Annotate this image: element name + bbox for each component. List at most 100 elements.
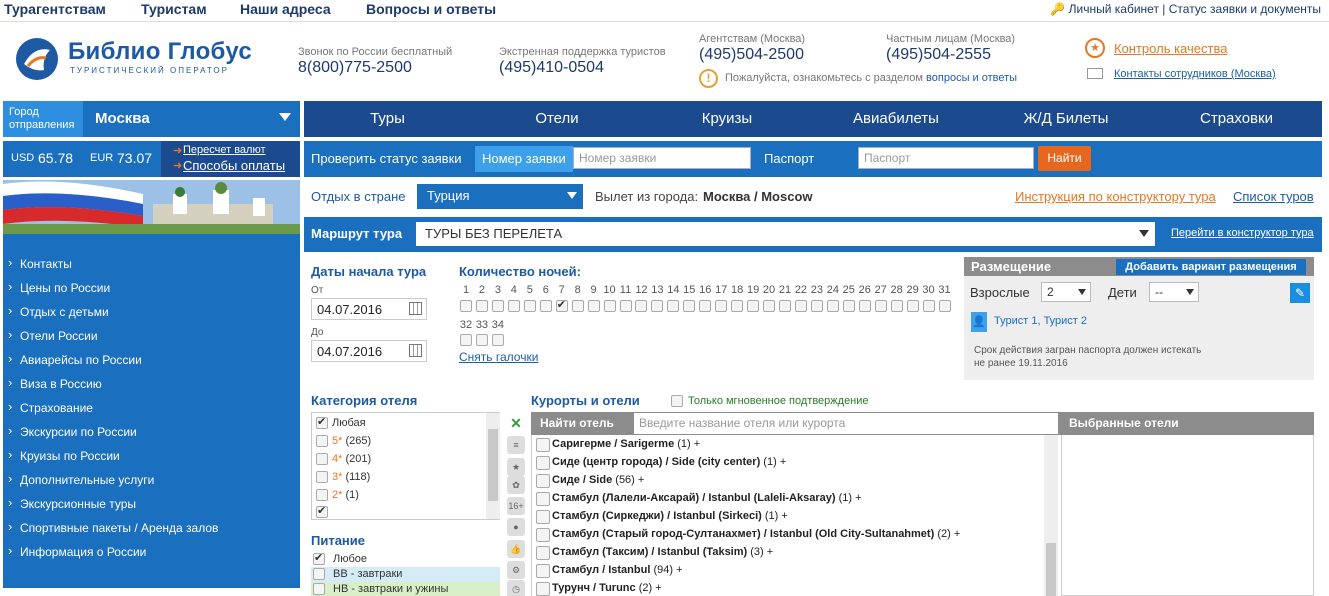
resort-item[interactable]: Сиде (центр города) / Side (city center)… — [532, 453, 1058, 471]
sidemenu-item[interactable]: Отдых с детьми — [3, 299, 300, 324]
meal-checkbox[interactable] — [313, 551, 325, 565]
tab-insurance[interactable]: Страховки — [1151, 101, 1322, 137]
resort-item[interactable]: Стамбул (Старый город-Султанахмет) / Ist… — [532, 525, 1058, 543]
add-placement-button[interactable]: Добавить вариант размещения — [1116, 259, 1306, 275]
topnav-addresses[interactable]: Наши адреса — [240, 1, 331, 17]
cabinet-link[interactable]: Личный кабинет — [1069, 2, 1159, 16]
clock-icon[interactable]: ◷ — [507, 580, 525, 596]
night-checkbox[interactable] — [475, 334, 488, 346]
night-checkbox[interactable] — [699, 300, 712, 312]
night-checkbox[interactable] — [667, 300, 680, 312]
order-input[interactable]: Номер заявки — [573, 147, 751, 169]
sidemenu-item[interactable]: Круизы по России — [3, 443, 300, 468]
instruction-link[interactable]: Инструкция по конструктору тура — [1015, 189, 1216, 204]
constructor-link[interactable]: Перейти в конструктор тура — [1171, 227, 1314, 239]
edit-icon[interactable]: ✎ — [1290, 283, 1310, 303]
night-checkbox[interactable] — [619, 300, 632, 312]
pet-icon[interactable]: ● — [507, 518, 525, 536]
night-checkbox[interactable] — [874, 300, 887, 312]
resort-item[interactable]: Стамбул (Таксим) / Istanbul (Taksim) (3)… — [532, 543, 1058, 561]
category-checkbox[interactable] — [316, 489, 328, 501]
sidemenu-item[interactable]: Авиарейсы по России — [3, 347, 300, 372]
staff-contacts-link[interactable]: Контакты сотрудников (Москва) — [1114, 68, 1276, 80]
tab-cruises[interactable]: Круизы — [643, 101, 811, 137]
sidemenu-item[interactable]: Экскурсии по России — [3, 419, 300, 444]
adults-select[interactable]: 2 — [1041, 282, 1091, 302]
thumbs-up-icon[interactable]: 👍 — [507, 540, 525, 558]
night-checkbox[interactable] — [906, 300, 919, 312]
faq-link[interactable]: вопросы и ответы — [926, 72, 1017, 84]
country-select[interactable]: Турция — [417, 184, 583, 209]
calendar-icon[interactable] — [409, 302, 422, 315]
sidemenu-item[interactable]: Отели России — [3, 323, 300, 348]
topnav-faq[interactable]: Вопросы и ответы — [366, 1, 496, 17]
sidemenu-item[interactable]: Цены по России — [3, 275, 300, 300]
sidemenu-item[interactable]: Экскурсионные туры — [3, 491, 300, 516]
night-checkbox[interactable] — [587, 300, 600, 312]
night-checkbox[interactable] — [603, 300, 616, 312]
night-checkbox[interactable] — [922, 300, 935, 312]
night-checkbox[interactable] — [826, 300, 839, 312]
night-checkbox[interactable] — [715, 300, 728, 312]
chevron-down-icon[interactable] — [279, 113, 291, 121]
instant-checkbox[interactable] — [671, 395, 683, 407]
night-checkbox[interactable] — [539, 300, 552, 312]
category-checkbox[interactable] — [316, 435, 328, 447]
tab-flights[interactable]: Авиабилеты — [811, 101, 981, 137]
sidemenu-item[interactable]: Страхование — [3, 395, 300, 420]
night-checkbox[interactable] — [651, 300, 664, 312]
night-checkbox[interactable] — [842, 300, 855, 312]
sort-icon[interactable]: ≡ — [507, 436, 525, 454]
night-checkbox[interactable] — [731, 300, 744, 312]
logo[interactable]: Библио Глобус ТУРИСТИЧЕСКИЙ ОПЕРАТОР — [14, 36, 254, 84]
recalc-link[interactable]: Пересчет валют — [183, 144, 266, 156]
russia-banner[interactable] — [3, 180, 300, 234]
topnav-agencies[interactable]: Турагентствам — [4, 1, 106, 17]
resort-scrollbar[interactable] — [1044, 435, 1058, 596]
night-checkbox[interactable] — [491, 334, 504, 346]
night-checkbox[interactable] — [763, 300, 776, 312]
category-checkbox[interactable] — [316, 504, 328, 518]
night-checkbox[interactable] — [858, 300, 871, 312]
resort-item[interactable]: Саригерме / Sarigerme (1) + — [532, 435, 1058, 453]
night-checkbox[interactable] — [507, 300, 520, 312]
night-checkbox[interactable] — [491, 300, 504, 312]
meal-checkbox[interactable] — [313, 583, 325, 595]
settings-icon[interactable]: ⚙ — [507, 561, 525, 579]
quality-link[interactable]: Контроль качества — [1114, 41, 1227, 56]
tour-list-link[interactable]: Список туров — [1233, 189, 1314, 204]
night-checkbox[interactable] — [571, 300, 584, 312]
night-checkbox[interactable] — [475, 300, 488, 312]
route-select[interactable]: ТУРЫ БЕЗ ПЕРЕЛЕТА — [416, 222, 1155, 246]
night-checkbox[interactable] — [460, 334, 472, 346]
resort-item[interactable]: Стамбул (Сиркеджи) / Istanbul (Sirkeci) … — [532, 507, 1058, 525]
sidemenu-item[interactable]: Информация о России — [3, 539, 300, 564]
night-checkbox[interactable] — [747, 300, 760, 312]
night-checkbox[interactable] — [555, 298, 568, 312]
tab-rail[interactable]: Ж/Д Билеты — [981, 101, 1151, 137]
flower-icon[interactable]: ✿ — [507, 476, 525, 494]
night-checkbox[interactable] — [460, 300, 472, 312]
night-checkbox[interactable] — [779, 300, 791, 312]
resort-item[interactable]: Сиде / Side (56) + — [532, 471, 1058, 489]
hotel-search-input[interactable]: Введите название отеля или курорта — [634, 413, 1058, 434]
payment-link[interactable]: Способы оплаты — [183, 158, 285, 173]
category-checkbox[interactable] — [316, 415, 328, 429]
night-checkbox[interactable] — [890, 300, 903, 312]
clear-nights-link[interactable]: Снять галочки — [459, 350, 538, 364]
rating-icon[interactable]: ★ — [507, 458, 525, 476]
find-button[interactable]: Найти — [1038, 146, 1091, 171]
age-icon[interactable]: 16+ — [507, 497, 525, 515]
calendar-icon[interactable] — [409, 344, 422, 357]
night-checkbox[interactable] — [794, 300, 807, 312]
night-checkbox[interactable] — [683, 300, 696, 312]
tourists-label[interactable]: Турист 1, Турист 2 — [994, 315, 1087, 327]
category-scrollbar[interactable] — [486, 413, 500, 519]
resort-item[interactable]: Стамбул / Istanbul (94) + — [532, 561, 1058, 579]
category-checkbox[interactable] — [316, 453, 328, 465]
meal-checkbox[interactable] — [313, 568, 325, 580]
kids-select[interactable]: -- — [1149, 282, 1199, 302]
tab-tours[interactable]: Туры — [304, 101, 471, 137]
topnav-tourists[interactable]: Туристам — [141, 1, 207, 17]
night-checkbox[interactable] — [635, 300, 648, 312]
